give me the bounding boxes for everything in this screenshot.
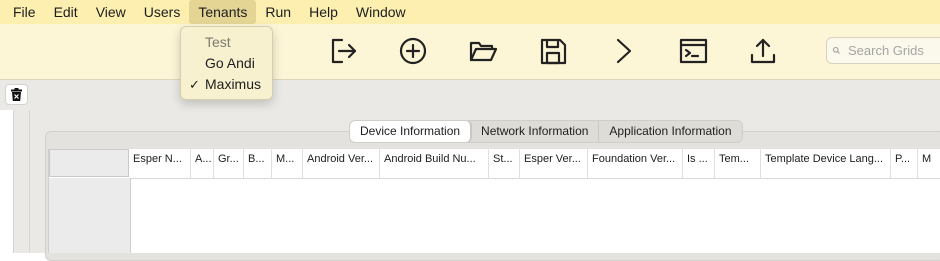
checkmark-icon: ✓ — [189, 77, 200, 92]
save-icon[interactable] — [536, 34, 570, 68]
row-header-column — [49, 178, 131, 253]
column-header[interactable]: Foundation Ver... — [588, 149, 683, 178]
column-header[interactable]: Gr... — [214, 149, 244, 178]
menu-help[interactable]: Help — [300, 0, 347, 24]
tenant-item-go-andi[interactable]: Go Andi — [181, 53, 272, 74]
menu-users[interactable]: Users — [135, 0, 190, 24]
menu-bar: File Edit View Users Tenants Run Help Wi… — [0, 0, 940, 24]
delete-button[interactable] — [5, 84, 28, 105]
tenant-item-test: Test — [181, 32, 272, 53]
sidebar-pane — [0, 110, 14, 253]
chevron-right-icon[interactable] — [606, 34, 640, 68]
add-circle-icon[interactable] — [396, 34, 430, 68]
menu-file[interactable]: File — [0, 0, 45, 24]
search-icon — [833, 47, 840, 54]
menu-tenants[interactable]: Tenants — [189, 0, 257, 24]
toolbar — [0, 24, 940, 80]
tenant-label: Maximus — [205, 76, 262, 92]
main-content: Device Information Network Information A… — [0, 80, 940, 261]
menu-view[interactable]: View — [87, 0, 135, 24]
column-header[interactable]: Esper N... — [129, 149, 191, 178]
tab-application-information[interactable]: Application Information — [599, 121, 741, 142]
device-grid: Esper N... A... Gr... B... M... Android … — [48, 149, 940, 253]
logout-icon[interactable] — [326, 34, 360, 68]
tenants-dropdown: Test Go Andi ✓ Maximus — [180, 26, 273, 100]
terminal-icon[interactable] — [676, 34, 710, 68]
info-tabs: Device Information Network Information A… — [349, 120, 743, 143]
menu-edit[interactable]: Edit — [45, 0, 87, 24]
folder-open-icon[interactable] — [466, 34, 500, 68]
split-divider[interactable] — [29, 110, 30, 253]
column-header[interactable]: B... — [244, 149, 272, 178]
trash-icon — [11, 88, 22, 101]
column-header[interactable]: Tem... — [715, 149, 761, 178]
grid-header: Esper N... A... Gr... B... M... Android … — [49, 149, 940, 179]
tenant-item-maximus[interactable]: ✓ Maximus — [181, 74, 272, 95]
column-header[interactable]: M — [918, 149, 938, 178]
search-input[interactable] — [846, 42, 940, 59]
menu-window[interactable]: Window — [347, 0, 415, 24]
tenant-label: Test — [205, 34, 231, 50]
column-header[interactable]: St... — [489, 149, 520, 178]
column-header[interactable]: Template Device Lang... — [761, 149, 891, 178]
column-header[interactable]: Esper Ver... — [520, 149, 588, 178]
search-field[interactable] — [826, 37, 940, 64]
column-header[interactable]: A... — [191, 149, 214, 178]
column-header[interactable]: M... — [272, 149, 303, 178]
column-header[interactable]: Android Build Nu... — [380, 149, 489, 178]
menu-run[interactable]: Run — [256, 0, 300, 24]
upload-icon[interactable] — [746, 34, 780, 68]
tab-device-information[interactable]: Device Information — [350, 121, 472, 142]
tab-network-information[interactable]: Network Information — [471, 121, 600, 142]
tenant-label: Go Andi — [205, 55, 255, 71]
column-header[interactable]: P... — [891, 149, 918, 178]
column-header[interactable]: Android Ver... — [303, 149, 380, 178]
column-header[interactable]: Is ... — [683, 149, 715, 178]
grid-corner-cell[interactable] — [49, 149, 129, 177]
